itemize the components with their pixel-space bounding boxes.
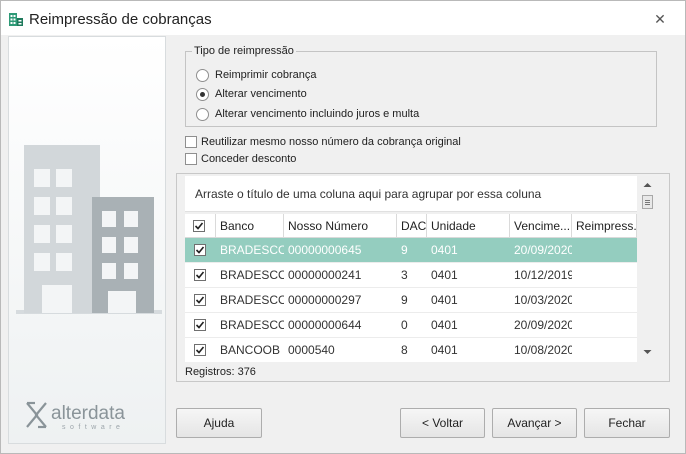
cell-banco: BANCOOB xyxy=(220,343,281,357)
building-app-icon xyxy=(8,11,24,27)
radio-alterar-vencimento[interactable] xyxy=(196,87,209,101)
row-checkbox[interactable] xyxy=(194,244,206,256)
desconto-checkbox[interactable] xyxy=(185,153,197,165)
grid-vertical-scrollbar[interactable] xyxy=(639,177,656,361)
cell-unidade: 0401 xyxy=(431,318,458,332)
reutilizar-checkbox[interactable] xyxy=(185,136,197,148)
table-row[interactable]: BRADESCO 00000000645 9 0401 20/09/2020 xyxy=(185,238,637,263)
cell-vencimento: 10/12/2019 xyxy=(514,268,572,282)
cell-reimpressao xyxy=(572,338,637,362)
cell-reimpressao xyxy=(572,238,637,263)
cell-dac: 0 xyxy=(401,318,408,332)
cell-vencimento: 10/03/2020 xyxy=(514,293,572,307)
cell-vencimento: 20/09/2020 xyxy=(514,243,572,257)
svg-text:software: software xyxy=(62,424,124,431)
group-by-panel[interactable]: Arraste o título de uma coluna aqui para… xyxy=(185,176,637,212)
window-title: Reimpressão de cobranças xyxy=(29,11,212,28)
radio-row-alterar-vencimento[interactable]: Alterar vencimento xyxy=(196,86,307,102)
cell-dac: 3 xyxy=(401,268,408,282)
title-bar: Reimpressão de cobranças ✕ xyxy=(1,1,685,35)
tipo-reimpressao-legend: Tipo de reimpressão xyxy=(192,45,296,57)
cell-dac: 9 xyxy=(401,243,408,257)
sidebar-panel: alterdata software xyxy=(8,36,166,444)
radio-label-reimprimir[interactable]: Reimprimir cobrança xyxy=(215,69,316,81)
tipo-reimpressao-group: Tipo de reimpressão Reimprimir cobrança … xyxy=(185,45,657,127)
radio-label-alterar-vencimento[interactable]: Alterar vencimento xyxy=(215,88,307,100)
voltar-button[interactable]: < Voltar xyxy=(400,408,485,438)
cell-unidade: 0401 xyxy=(431,268,458,282)
cell-unidade: 0401 xyxy=(431,293,458,307)
cell-nosso-numero: 00000000644 xyxy=(288,318,362,332)
cell-banco: BRADESCO xyxy=(220,243,284,257)
cell-nosso-numero: 00000000241 xyxy=(288,268,362,282)
cell-dac: 8 xyxy=(401,343,408,357)
close-icon[interactable]: ✕ xyxy=(653,12,667,26)
column-header-nosso-numero[interactable]: Nosso Número xyxy=(284,214,397,238)
cell-vencimento: 20/09/2020 xyxy=(514,318,572,332)
cell-banco: BRADESCO xyxy=(220,268,284,282)
dialog-window: Reimpressão de cobranças ✕ alterdata sof… xyxy=(0,0,686,454)
cell-reimpressao xyxy=(572,288,637,313)
table-row[interactable]: BRADESCO 00000000241 3 0401 10/12/2019 xyxy=(185,263,637,288)
buildings-illustration xyxy=(16,145,162,314)
cell-nosso-numero: 00000000645 xyxy=(288,243,362,257)
column-header-reimpressao[interactable]: Reimpress... xyxy=(572,214,637,238)
cell-nosso-numero: 00000000297 xyxy=(288,293,362,307)
header-select-all[interactable] xyxy=(185,214,216,238)
cell-unidade: 0401 xyxy=(431,343,458,357)
scroll-thumb[interactable] xyxy=(642,195,653,209)
alterdata-logo: alterdata software xyxy=(26,401,125,431)
radio-label-alterar-juros[interactable]: Alterar vencimento incluindo juros e mul… xyxy=(215,108,419,120)
column-header-banco[interactable]: Banco xyxy=(216,214,284,238)
cell-nosso-numero: 0000540 xyxy=(288,343,335,357)
radio-row-alterar-juros[interactable]: Alterar vencimento incluindo juros e mul… xyxy=(196,106,419,122)
svg-text:alterdata: alterdata xyxy=(51,403,125,424)
cell-banco: BRADESCO xyxy=(220,293,284,307)
reutilizar-option[interactable]: Reutilizar mesmo nosso número da cobranç… xyxy=(185,134,461,150)
avancar-button[interactable]: Avançar > xyxy=(492,408,577,438)
desconto-label[interactable]: Conceder desconto xyxy=(201,153,296,165)
row-checkbox[interactable] xyxy=(194,269,206,281)
cobrancas-grid-container: Arraste o título de uma coluna aqui para… xyxy=(176,173,670,382)
radio-reimprimir[interactable] xyxy=(196,68,209,82)
scroll-down-arrow-icon[interactable] xyxy=(642,347,653,357)
ajuda-button[interactable]: Ajuda xyxy=(176,408,262,438)
select-all-checkbox[interactable] xyxy=(193,220,205,232)
column-header-unidade[interactable]: Unidade xyxy=(427,214,510,238)
cell-unidade: 0401 xyxy=(431,243,458,257)
scroll-up-arrow-icon[interactable] xyxy=(642,180,653,190)
row-checkbox[interactable] xyxy=(194,294,206,306)
column-header-dac[interactable]: DAC xyxy=(397,214,427,238)
table-row[interactable]: BRADESCO 00000000297 9 0401 10/03/2020 xyxy=(185,288,637,313)
cell-dac: 9 xyxy=(401,293,408,307)
fechar-button[interactable]: Fechar xyxy=(584,408,670,438)
column-header-vencimento[interactable]: Vencime... xyxy=(510,214,572,238)
cell-reimpressao xyxy=(572,313,637,338)
row-checkbox[interactable] xyxy=(194,319,206,331)
cobrancas-grid: Banco Nosso Número DAC Unidade Vencime..… xyxy=(185,214,637,362)
reutilizar-label[interactable]: Reutilizar mesmo nosso número da cobranç… xyxy=(201,136,461,148)
radio-alterar-juros[interactable] xyxy=(196,107,209,121)
cell-vencimento: 10/08/2020 xyxy=(514,343,572,357)
grid-header: Banco Nosso Número DAC Unidade Vencime..… xyxy=(185,214,637,238)
table-row[interactable]: BANCOOB 0000540 8 0401 10/08/2020 xyxy=(185,338,637,362)
desconto-option[interactable]: Conceder desconto xyxy=(185,151,296,167)
row-checkbox[interactable] xyxy=(194,344,206,356)
cell-reimpressao xyxy=(572,263,637,288)
table-row[interactable]: BRADESCO 00000000644 0 0401 20/09/2020 xyxy=(185,313,637,338)
registros-count: Registros: 376 xyxy=(185,366,256,378)
radio-row-reimprimir[interactable]: Reimprimir cobrança xyxy=(196,67,316,83)
cell-banco: BRADESCO xyxy=(220,318,284,332)
